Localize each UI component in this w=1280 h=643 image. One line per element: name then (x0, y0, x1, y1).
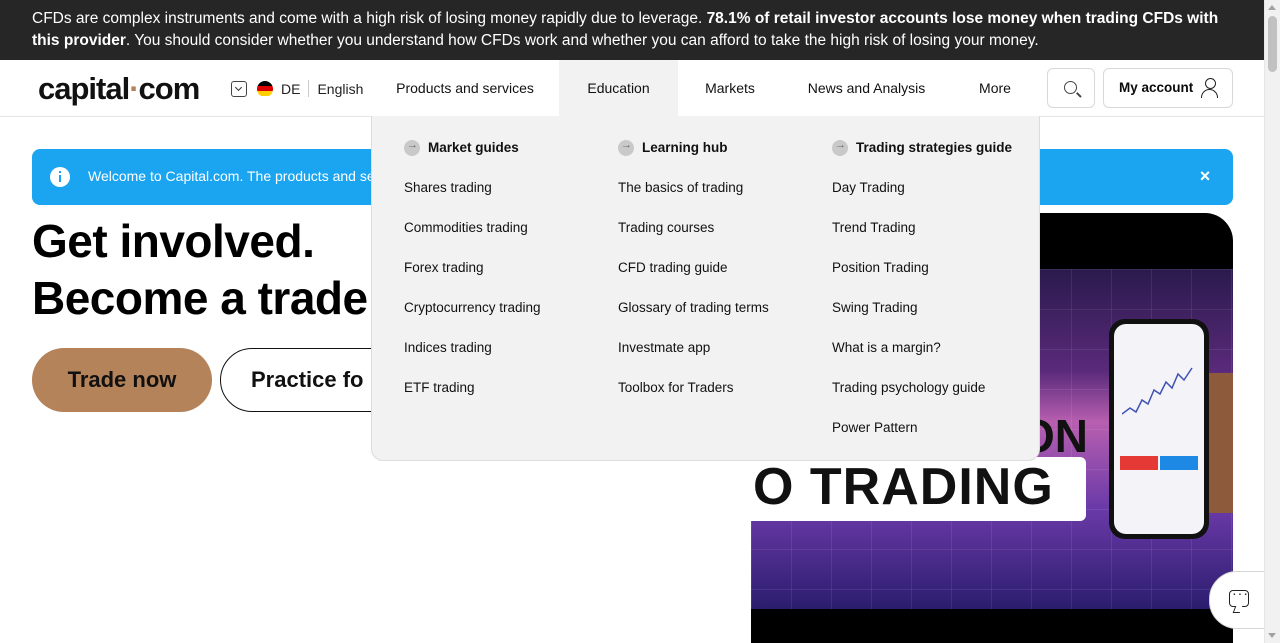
link-commodities-trading[interactable]: Commodities trading (404, 220, 528, 235)
my-account-label: My account (1119, 80, 1194, 95)
trade-now-button[interactable]: Trade now (32, 348, 212, 412)
chevron-down-icon[interactable] (231, 80, 247, 97)
hero-image-text: O TRADING (753, 458, 1054, 516)
search-icon-handle (1076, 92, 1082, 98)
nav-more[interactable]: More (968, 60, 1022, 116)
sell-bar (1120, 456, 1158, 470)
link-day-trading[interactable]: Day Trading (832, 180, 905, 195)
link-cfd-trading-guide[interactable]: CFD trading guide (618, 260, 728, 275)
link-trading-courses[interactable]: Trading courses (618, 220, 714, 235)
hero-title-line1: Get involved. (32, 215, 315, 267)
search-button[interactable] (1047, 68, 1095, 108)
link-toolbox-for-traders[interactable]: Toolbox for Traders (618, 380, 734, 395)
region-selector[interactable]: DE English (231, 80, 363, 97)
chat-button[interactable] (1209, 571, 1269, 629)
trading-strategies-column: Trading strategies guide Day Trading Tre… (832, 139, 1012, 435)
link-position-trading[interactable]: Position Trading (832, 260, 929, 275)
risk-text-part2: . You should consider whether you unders… (125, 32, 1039, 49)
scrollbar-thumb[interactable] (1268, 16, 1277, 72)
close-icon[interactable]: × (1194, 165, 1216, 187)
arrow-right-icon (618, 139, 634, 156)
learning-hub-column: Learning hub The basics of trading Tradi… (618, 139, 769, 395)
risk-warning-banner: CFDs are complex instruments and come wi… (0, 0, 1265, 60)
link-what-is-a-margin[interactable]: What is a margin? (832, 340, 941, 355)
practice-button-label: Practice fo (251, 367, 364, 392)
arrow-right-icon (832, 139, 848, 156)
logo-text-left: capital (38, 71, 130, 106)
buy-bar (1160, 456, 1198, 470)
learning-hub-heading[interactable]: Learning hub (618, 139, 728, 156)
phone-chart (1122, 367, 1193, 415)
germany-flag-icon (257, 80, 273, 97)
user-icon-head (1205, 78, 1216, 89)
link-shares-trading[interactable]: Shares trading (404, 180, 492, 195)
search-icon (1064, 81, 1077, 94)
user-icon (1200, 78, 1220, 98)
scroll-down-icon[interactable] (1268, 633, 1276, 638)
phone-image (1109, 319, 1209, 539)
info-icon (50, 167, 70, 187)
my-account-button[interactable]: My account (1103, 68, 1233, 108)
capital-logo[interactable]: capital·com (38, 71, 201, 107)
chat-icon-tail (1232, 606, 1243, 613)
nav-education[interactable]: Education (559, 60, 678, 116)
link-swing-trading[interactable]: Swing Trading (832, 300, 918, 315)
market-guides-heading[interactable]: Market guides (404, 139, 519, 156)
risk-warning-text: CFDs are complex instruments and come wi… (32, 8, 1232, 52)
trading-strategies-heading-label: Trading strategies guide (856, 140, 1013, 155)
link-forex-trading[interactable]: Forex trading (404, 260, 484, 275)
user-icon-body (1201, 89, 1218, 98)
logo-dot: · (129, 71, 139, 106)
link-basics-of-trading[interactable]: The basics of trading (618, 180, 743, 195)
market-guides-heading-label: Market guides (428, 140, 519, 155)
market-guides-column: Market guides Shares trading Commodities… (404, 139, 541, 395)
language-selector[interactable]: English (317, 81, 363, 97)
link-etf-trading[interactable]: ETF trading (404, 380, 475, 395)
site-header: capital·com DE English Products and serv… (0, 60, 1265, 117)
education-dropdown: Market guides Shares trading Commodities… (371, 116, 1040, 461)
chat-icon (1229, 585, 1249, 607)
link-power-pattern[interactable]: Power Pattern (832, 420, 918, 435)
link-trend-trading[interactable]: Trend Trading (832, 220, 916, 235)
link-indices-trading[interactable]: Indices trading (404, 340, 492, 355)
nav-products-and-services[interactable]: Products and services (387, 60, 543, 116)
learning-hub-heading-label: Learning hub (642, 140, 728, 155)
trading-strategies-heading[interactable]: Trading strategies guide (832, 139, 1012, 156)
nav-news-and-analysis[interactable]: News and Analysis (800, 60, 933, 116)
scrollbar[interactable] (1264, 0, 1280, 643)
link-investmate-app[interactable]: Investmate app (618, 340, 710, 355)
welcome-message: Welcome to Capital.com. The products and… (88, 168, 387, 184)
hero-title-line2: Become a trade (32, 272, 368, 324)
link-glossary[interactable]: Glossary of trading terms (618, 300, 769, 315)
risk-text-part1: CFDs are complex instruments and come wi… (32, 10, 707, 27)
phone-screen (1114, 324, 1204, 534)
country-code[interactable]: DE (281, 81, 300, 97)
link-cryptocurrency-trading[interactable]: Cryptocurrency trading (404, 300, 541, 315)
divider (308, 80, 310, 97)
scroll-up-icon[interactable] (1268, 5, 1276, 10)
link-trading-psychology-guide[interactable]: Trading psychology guide (832, 380, 985, 395)
nav-markets[interactable]: Markets (694, 60, 766, 116)
arrow-right-icon (404, 139, 420, 156)
logo-text-right: com (138, 71, 201, 106)
hero-title: Get involved. Become a trade (32, 213, 368, 327)
